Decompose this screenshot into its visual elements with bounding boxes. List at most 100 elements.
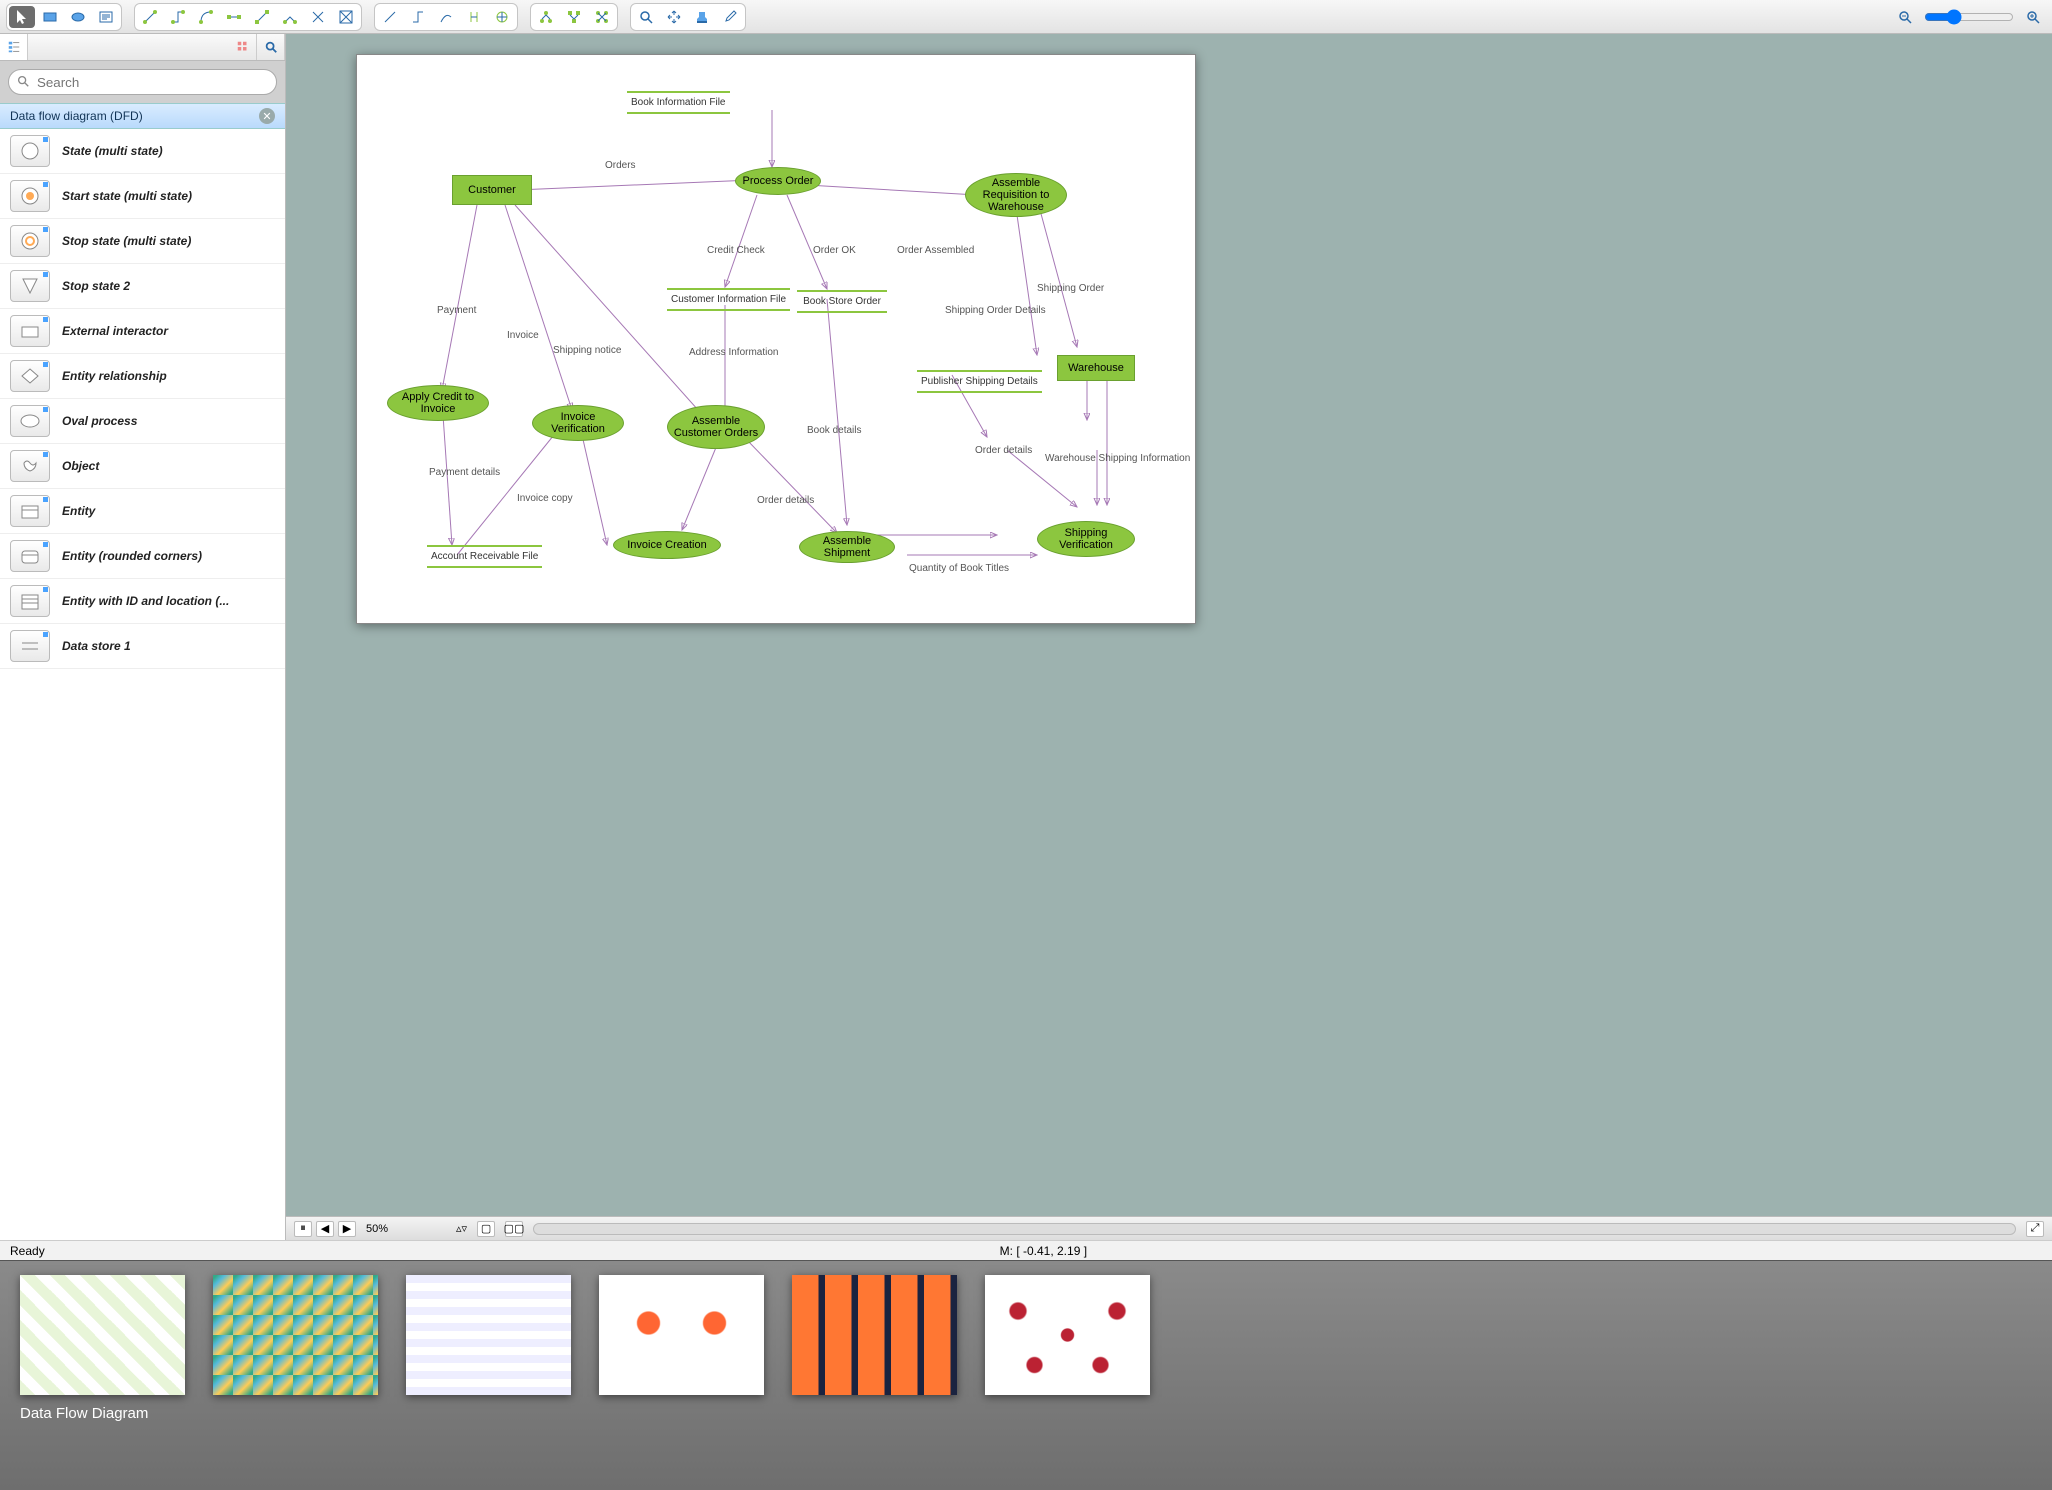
zoom-in-icon[interactable] (2020, 6, 2046, 28)
library-item[interactable]: Object (0, 444, 285, 489)
library-item[interactable]: Stop state (multi state) (0, 219, 285, 264)
connector-8[interactable] (333, 6, 359, 28)
store-cust-info[interactable]: Customer Information File (667, 288, 790, 311)
eyedropper-icon[interactable] (717, 6, 743, 28)
library-item[interactable]: Entity (rounded corners) (0, 534, 285, 579)
gallery-thumb-4[interactable] (599, 1275, 764, 1395)
connector-7[interactable] (305, 6, 331, 28)
store-book-store[interactable]: Book Store Order (797, 290, 887, 313)
tree-3[interactable] (589, 6, 615, 28)
gallery-thumb-6[interactable] (985, 1275, 1150, 1395)
store-pub-ship[interactable]: Publisher Shipping Details (917, 370, 1042, 393)
connector-5[interactable] (249, 6, 275, 28)
zoom-slider[interactable] (1924, 9, 2014, 25)
node-process-order[interactable]: Process Order (735, 167, 821, 195)
shape-thumb (10, 360, 50, 392)
node-assemble-ship[interactable]: Assemble Shipment (799, 531, 895, 563)
label-order-details2: Order details (757, 495, 814, 506)
label-order-assembled: Order Assembled (897, 245, 974, 256)
tool-group-tree (530, 3, 618, 31)
library-item-label: Entity (62, 504, 95, 518)
zoom-slider-group (1892, 6, 2046, 28)
node-invoice-creation[interactable]: Invoice Creation (613, 531, 721, 559)
page-layout-2[interactable]: ▢▢ (505, 1221, 523, 1237)
canvas-scroll[interactable]: Book Information File Customer Informati… (286, 34, 2052, 1216)
page-layout-1[interactable]: ▢ (477, 1221, 495, 1237)
node-apply-credit[interactable]: Apply Credit to Invoice (387, 385, 489, 421)
sidebar-tab-search[interactable] (257, 34, 285, 60)
zoom-out-icon[interactable] (1892, 6, 1918, 28)
rectangle-tool[interactable] (37, 6, 63, 28)
sidebar-tab-grid[interactable] (229, 34, 257, 60)
ellipse-tool[interactable] (65, 6, 91, 28)
text-tool[interactable] (93, 6, 119, 28)
connector-6[interactable] (277, 6, 303, 28)
library-item[interactable]: Oval process (0, 399, 285, 444)
label-book-details: Book details (807, 425, 861, 436)
library-item[interactable]: Start state (multi state) (0, 174, 285, 219)
line-4[interactable] (461, 6, 487, 28)
label-orders: Orders (605, 160, 636, 171)
label-addr-info: Address Information (689, 347, 749, 358)
library-item[interactable]: Entity with ID and location (... (0, 579, 285, 624)
shape-thumb (10, 180, 50, 212)
library-header[interactable]: Data flow diagram (DFD) ✕ (0, 103, 285, 129)
library-item[interactable]: Stop state 2 (0, 264, 285, 309)
sidebar-tab-outline[interactable] (0, 34, 28, 60)
tree-1[interactable] (533, 6, 559, 28)
connector-1[interactable] (137, 6, 163, 28)
tool-group-select (6, 3, 122, 31)
gallery-thumb-2[interactable] (213, 1275, 378, 1395)
tool-group-lines (374, 3, 518, 31)
node-warehouse[interactable]: Warehouse (1057, 355, 1135, 381)
line-3[interactable] (433, 6, 459, 28)
shape-thumb (10, 630, 50, 662)
fit-icon[interactable]: ⤢ (2026, 1221, 2044, 1237)
tree-2[interactable] (561, 6, 587, 28)
zoom-icon[interactable] (633, 6, 659, 28)
gallery-thumb-3[interactable] (406, 1275, 571, 1395)
search-input[interactable] (8, 69, 277, 95)
node-assemble-cust[interactable]: Assemble Customer Orders (667, 405, 765, 449)
tool-group-view (630, 3, 746, 31)
library-item-label: Oval process (62, 414, 137, 428)
label-payment: Payment (437, 305, 476, 316)
next-page[interactable]: ▶ (338, 1221, 356, 1237)
store-acct-recv[interactable]: Account Receivable File (427, 545, 542, 568)
pause-icon[interactable]: ⏸ (294, 1221, 312, 1237)
connector-4[interactable] (221, 6, 247, 28)
connector-2[interactable] (165, 6, 191, 28)
library-item[interactable]: Data store 1 (0, 624, 285, 669)
line-2[interactable] (405, 6, 431, 28)
line-1[interactable] (377, 6, 403, 28)
ready-bar: Ready M: [ -0.41, 2.19 ] (0, 1240, 2052, 1260)
node-invoice-verif[interactable]: Invoice Verification (532, 405, 624, 441)
prev-page[interactable]: ◀ (316, 1221, 334, 1237)
connector-3[interactable] (193, 6, 219, 28)
diagram-page[interactable]: Book Information File Customer Informati… (356, 54, 1196, 624)
library-item[interactable]: State (multi state) (0, 129, 285, 174)
close-icon[interactable]: ✕ (259, 108, 275, 124)
stepper-icon[interactable]: ▵▿ (456, 1222, 467, 1235)
store-book-info[interactable]: Book Information File (627, 91, 730, 114)
tool-group-connectors (134, 3, 362, 31)
pan-icon[interactable] (661, 6, 687, 28)
library-item[interactable]: External interactor (0, 309, 285, 354)
library-item[interactable]: Entity relationship (0, 354, 285, 399)
node-ship-verif[interactable]: Shipping Verification (1037, 521, 1135, 557)
stamp-icon[interactable] (689, 6, 715, 28)
line-5[interactable] (489, 6, 515, 28)
node-assemble-req[interactable]: Assemble Requisition to Warehouse (965, 173, 1067, 217)
label-shipping-order: Shipping Order (1037, 283, 1104, 294)
toolbar (0, 0, 2052, 34)
node-customer[interactable]: Customer (452, 175, 532, 205)
label-invoice-copy: Invoice copy (517, 493, 573, 504)
gallery-thumb-1[interactable] (20, 1275, 185, 1395)
library-item[interactable]: Entity (0, 489, 285, 534)
h-scrollbar[interactable] (533, 1223, 2016, 1235)
zoom-value[interactable]: 50% (366, 1223, 446, 1235)
gallery-thumb-5[interactable] (792, 1275, 957, 1395)
library-item-label: Entity with ID and location (... (62, 594, 229, 608)
library-item-label: Start state (multi state) (62, 189, 192, 203)
pointer-tool[interactable] (9, 6, 35, 28)
